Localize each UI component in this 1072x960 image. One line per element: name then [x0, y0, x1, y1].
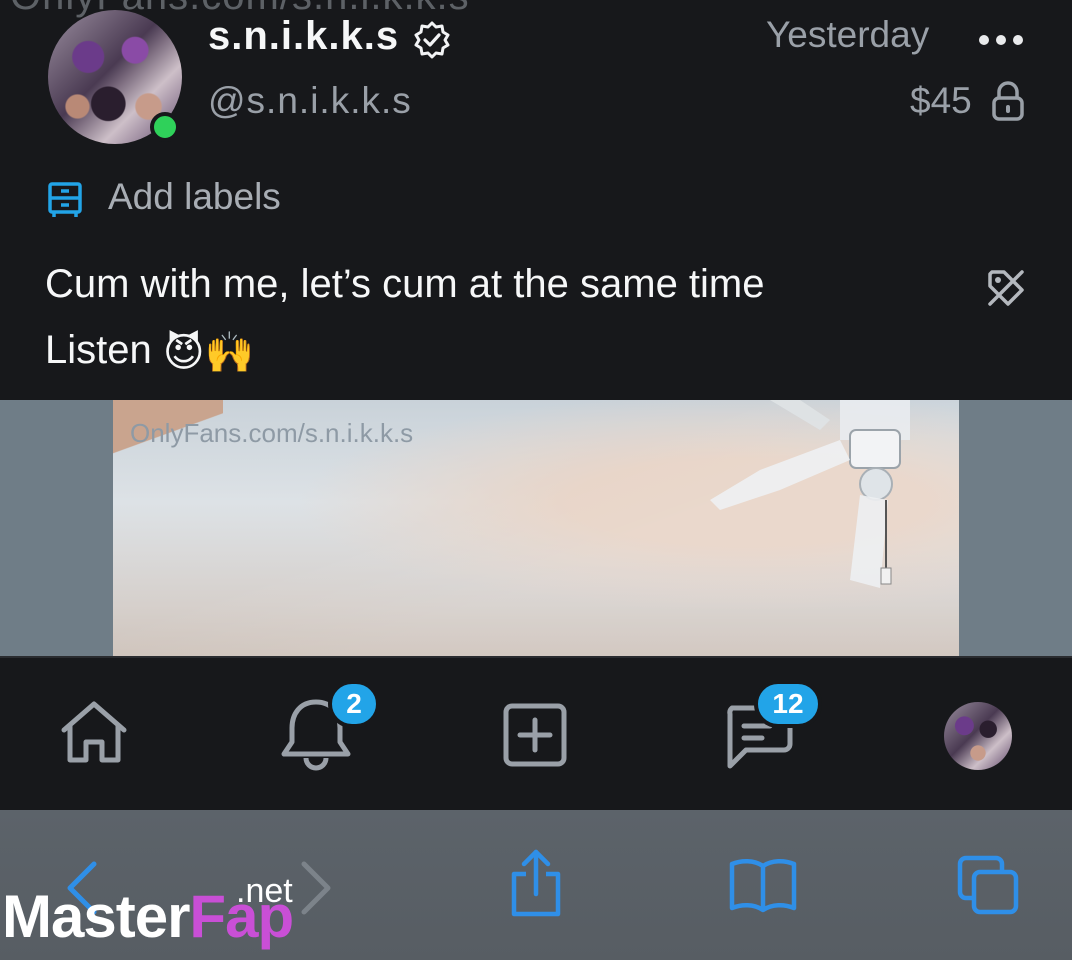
author-handle[interactable]: @s.n.i.k.k.s — [208, 80, 412, 122]
online-indicator — [150, 112, 180, 142]
author-name[interactable]: s.n.i.k.k.s — [208, 14, 399, 59]
post-caption-line1: Cum with me, let’s cum at the same time — [45, 262, 765, 306]
profile-avatar[interactable] — [944, 702, 1012, 770]
caption-emojis: 😈🙌 — [162, 330, 255, 375]
bookmarks-icon[interactable] — [728, 856, 798, 914]
add-labels-link[interactable]: Add labels — [108, 176, 281, 218]
watermark-net: .net — [236, 872, 293, 910]
tag-off-icon[interactable] — [984, 266, 1028, 310]
add-post-icon[interactable] — [502, 702, 568, 768]
home-icon[interactable] — [56, 698, 132, 768]
post-date: Yesterday — [766, 14, 930, 55]
forward-icon[interactable] — [296, 858, 336, 918]
share-icon[interactable] — [506, 848, 566, 920]
ceiling-fan-image — [710, 400, 910, 588]
tabs-icon[interactable] — [956, 854, 1022, 918]
post-price: $45 — [910, 80, 972, 121]
label-icon[interactable] — [46, 180, 84, 220]
lock-icon — [992, 81, 1024, 121]
caption-text: Listen — [45, 328, 152, 372]
post-caption-line2: Listen 😈🙌 — [45, 328, 254, 376]
media-watermark: OnlyFans.com/s.n.i.k.k.s — [130, 418, 414, 448]
messages-badge: 12 — [754, 680, 822, 728]
watermark-master: Master — [2, 883, 190, 950]
verified-icon — [414, 21, 450, 59]
more-icon[interactable] — [976, 22, 1026, 58]
notifications-badge: 2 — [328, 680, 380, 728]
